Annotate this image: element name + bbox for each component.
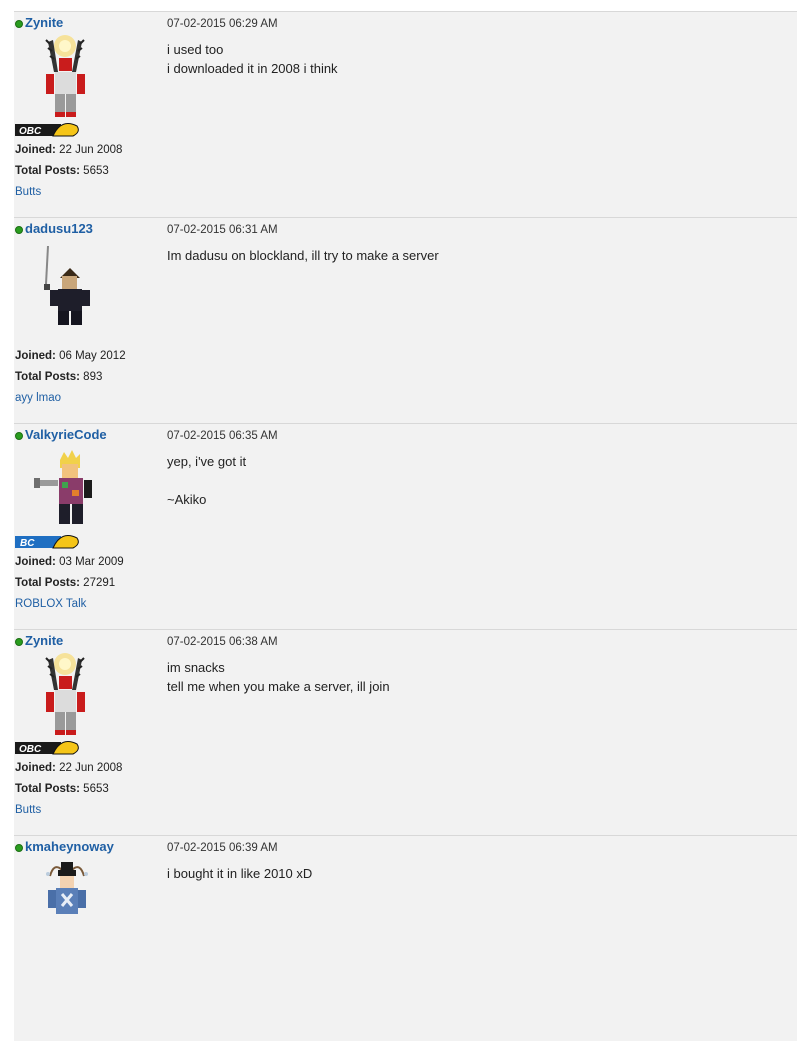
post-body-line: Im dadusu on blockland, ill try to make … xyxy=(167,248,439,263)
post-timestamp: 07-02-2015 06:31 AM xyxy=(167,224,278,236)
post-author-panel: Zynite OBC Joined: 22 Jun 2008 Total Pos… xyxy=(14,12,164,217)
badge-label: OBC xyxy=(19,744,42,755)
post-timestamp: 07-02-2015 06:39 AM xyxy=(167,842,278,854)
post-body-line: tell me when you make a server, ill join xyxy=(167,679,390,694)
total-posts: Total Posts: 5653 xyxy=(15,165,109,177)
badge-label: OBC xyxy=(19,126,42,137)
online-status-icon xyxy=(15,432,23,440)
joined-date: Joined: 22 Jun 2008 xyxy=(15,144,123,156)
online-status-icon xyxy=(15,844,23,852)
avatar-image[interactable] xyxy=(34,650,104,738)
total-posts: Total Posts: 5653 xyxy=(15,783,109,795)
post-timestamp: 07-02-2015 06:38 AM xyxy=(167,636,278,648)
post-body-line: i bought it in like 2010 xD xyxy=(167,866,313,881)
total-posts: Total Posts: 27291 xyxy=(15,577,116,589)
post-author-panel: kmaheynoway xyxy=(14,836,164,1041)
author-username-link[interactable]: dadusu123 xyxy=(25,221,93,236)
joined-date: Joined: 22 Jun 2008 xyxy=(15,762,123,774)
online-status-icon xyxy=(15,638,23,646)
forum-post: kmaheynoway 07-02-2015 06:39 AM i bought… xyxy=(14,835,797,1041)
online-status-icon xyxy=(15,20,23,28)
post-timestamp: 07-02-2015 06:35 AM xyxy=(167,430,278,442)
avatar-image[interactable] xyxy=(34,238,104,326)
avatar-image[interactable] xyxy=(34,32,104,120)
forum-link[interactable]: Butts xyxy=(15,186,41,198)
post-author-panel: dadusu123 Joined: 06 May 2012 Total Post… xyxy=(14,218,164,423)
forum-post: ValkyrieCode BC Joined: 03 Mar 2009 Tota… xyxy=(14,423,797,629)
author-username-link[interactable]: ValkyrieCode xyxy=(25,427,107,442)
joined-date: Joined: 06 May 2012 xyxy=(15,350,126,362)
author-username-link[interactable]: Zynite xyxy=(25,633,63,648)
obc-membership-badge-icon: OBC xyxy=(15,123,79,137)
forum-link[interactable]: ROBLOX Talk xyxy=(15,598,86,610)
forum-post: Zynite OBC Joined: 22 Jun 2008 Total Pos… xyxy=(14,629,797,835)
badge-label: BC xyxy=(20,538,35,549)
online-status-icon xyxy=(15,226,23,234)
post-body-line: im snacks xyxy=(167,660,225,675)
forum-link[interactable]: Butts xyxy=(15,804,41,816)
forum-thread: Zynite OBC Joined: 22 Jun 2008 Total Pos… xyxy=(14,11,797,1041)
obc-membership-badge-icon: OBC xyxy=(15,741,79,755)
post-author-panel: Zynite OBC Joined: 22 Jun 2008 Total Pos… xyxy=(14,630,164,835)
joined-date: Joined: 03 Mar 2009 xyxy=(15,556,124,568)
post-body-line: ~Akiko xyxy=(167,492,207,507)
author-username-link[interactable]: Zynite xyxy=(25,15,63,30)
post-body-line: i downloaded it in 2008 i think xyxy=(167,61,338,76)
forum-post: Zynite OBC Joined: 22 Jun 2008 Total Pos… xyxy=(14,11,797,217)
avatar-image[interactable] xyxy=(34,856,104,944)
author-username-link[interactable]: kmaheynoway xyxy=(25,839,114,854)
total-posts: Total Posts: 893 xyxy=(15,371,103,383)
forum-link[interactable]: ayy lmao xyxy=(15,392,61,404)
post-body-line: yep, i've got it xyxy=(167,454,247,469)
post-author-panel: ValkyrieCode BC Joined: 03 Mar 2009 Tota… xyxy=(14,424,164,629)
forum-post: dadusu123 Joined: 06 May 2012 Total Post… xyxy=(14,217,797,423)
post-timestamp: 07-02-2015 06:29 AM xyxy=(167,18,278,30)
bc-membership-badge-icon: BC xyxy=(15,535,79,549)
avatar-image[interactable] xyxy=(34,444,104,532)
post-body-line: i used too xyxy=(167,42,224,57)
